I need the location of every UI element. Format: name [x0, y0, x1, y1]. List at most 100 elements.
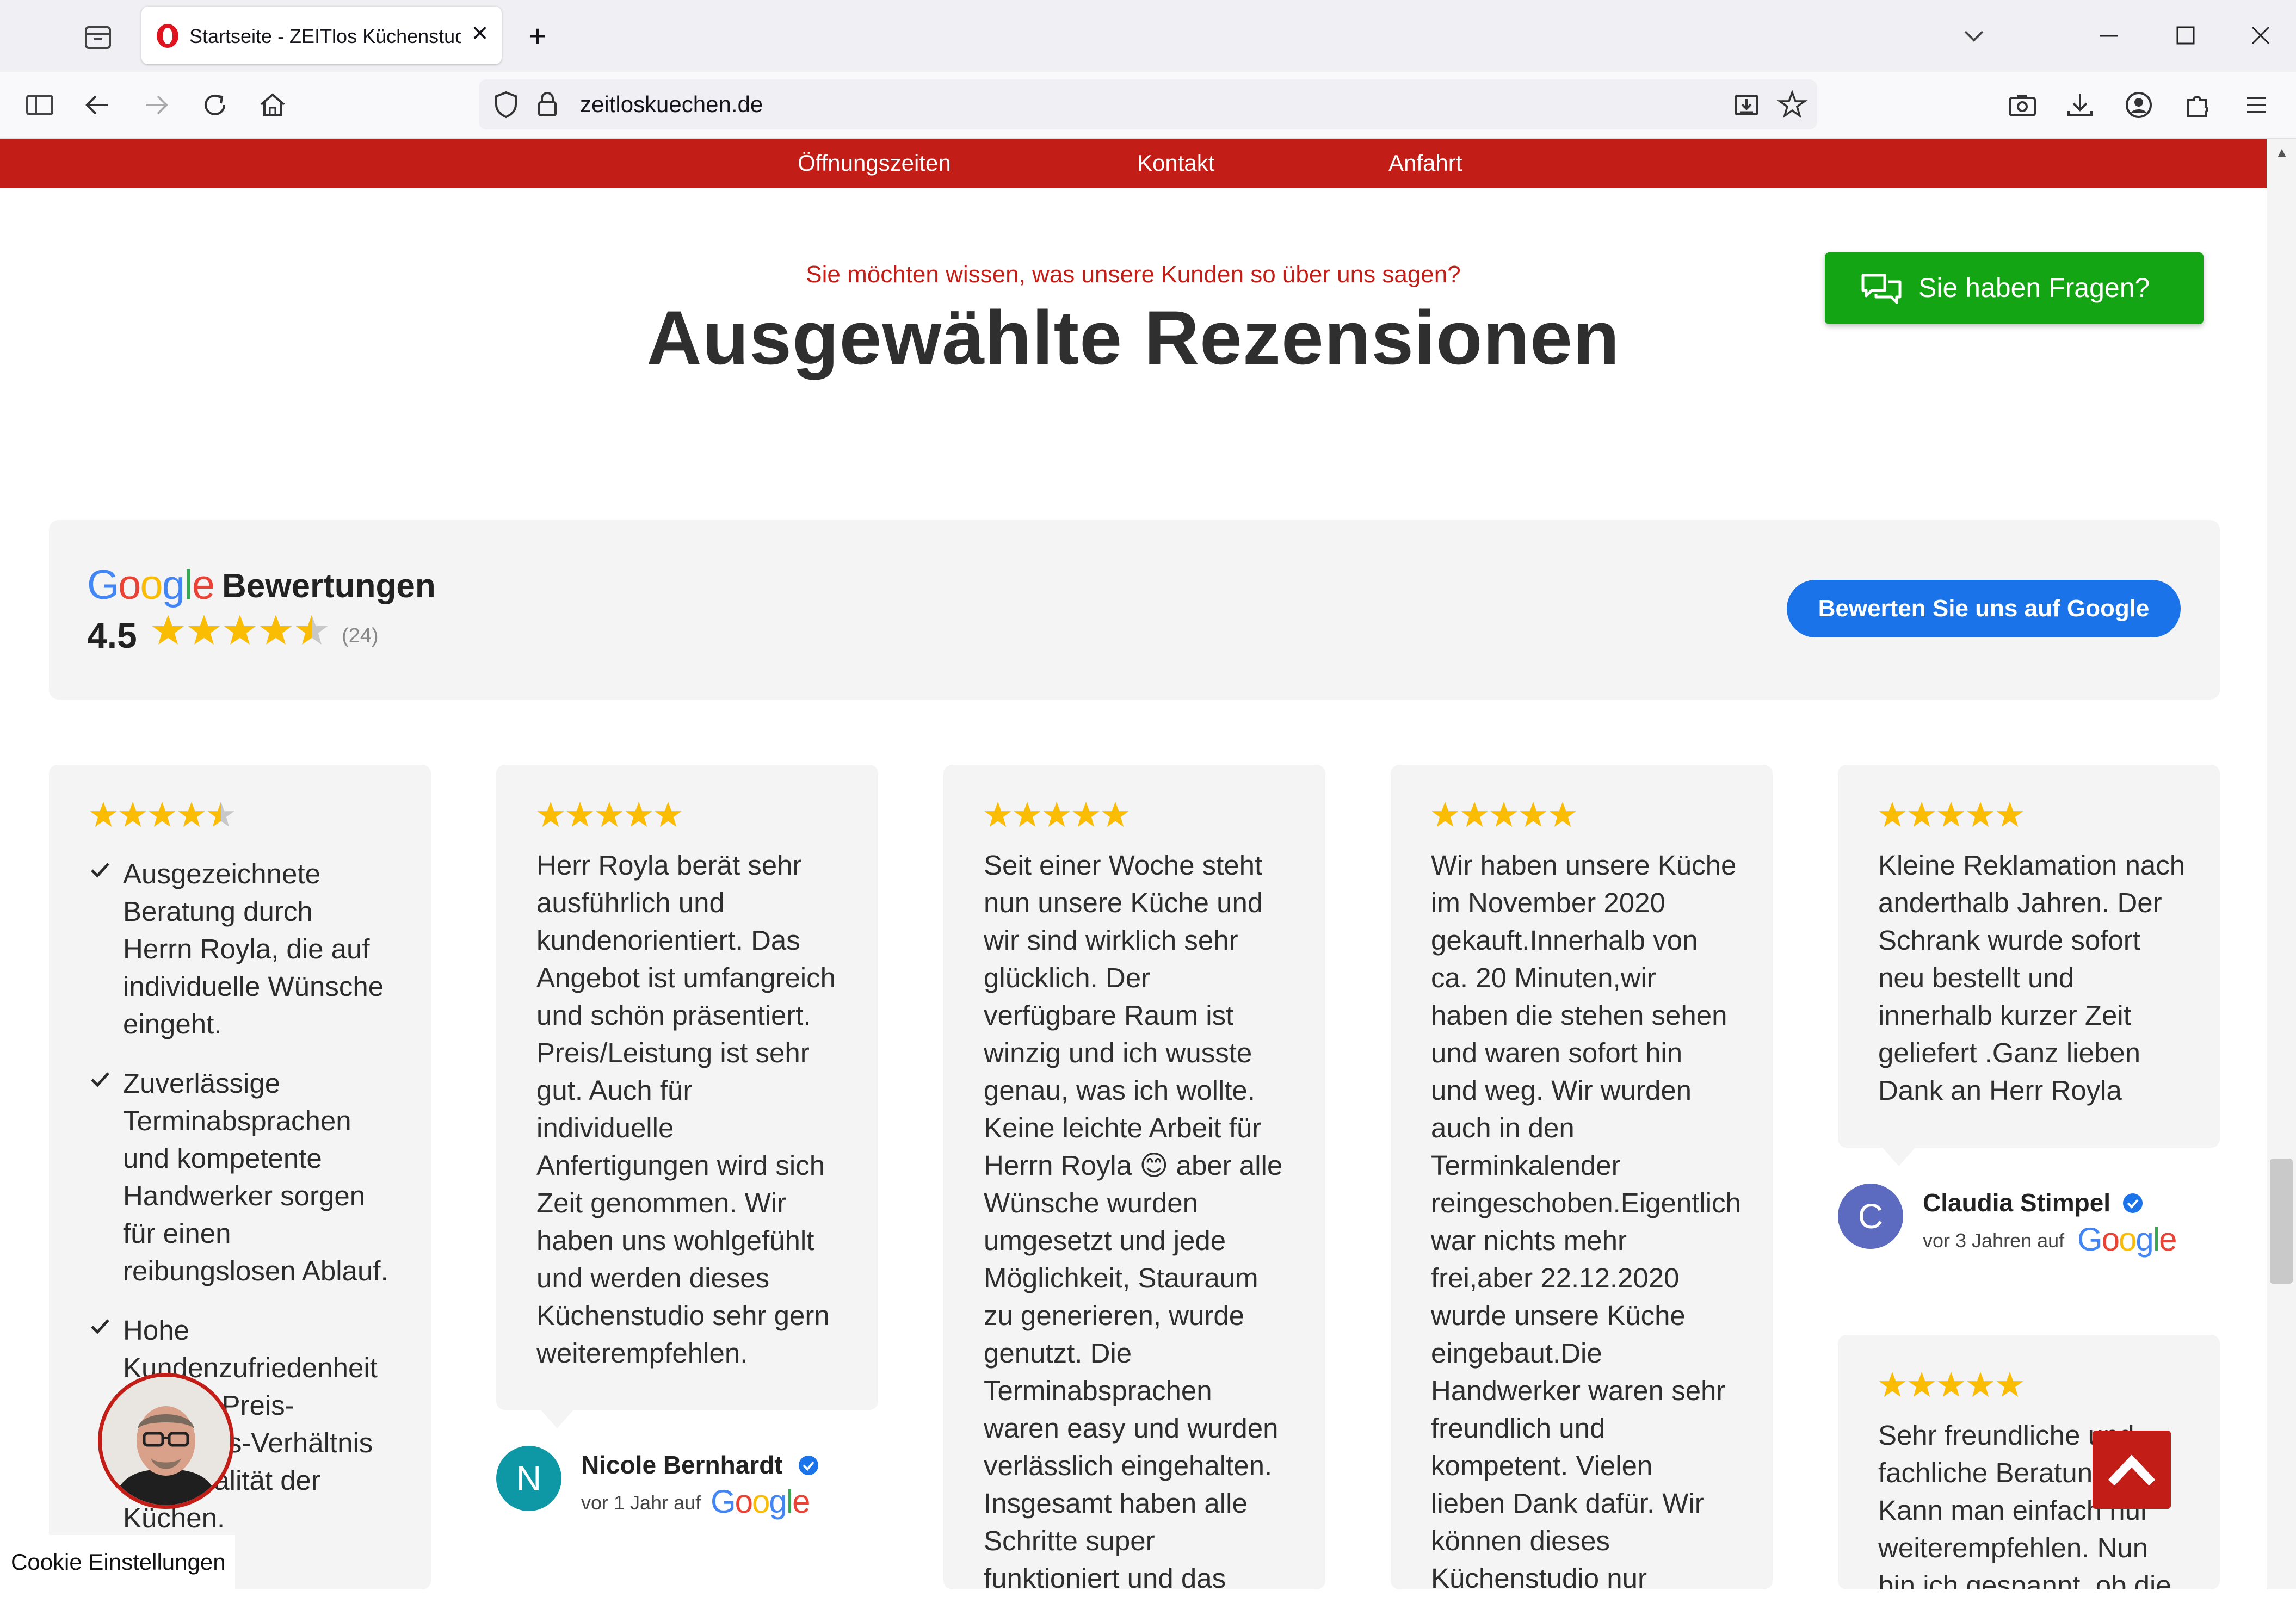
star-icon — [90, 802, 117, 827]
review-card: Wir haben unsere Küche im November 2020 ge… — [1391, 765, 1773, 1589]
review-text-line: kundenorientiert. Das — [536, 925, 800, 956]
star-icon — [1461, 802, 1488, 827]
review-text-line: im November 2020 — [1431, 887, 1665, 918]
review-text-line: eingebaut.Die — [1431, 1338, 1602, 1369]
star-icon — [207, 802, 234, 827]
star-icon — [1879, 802, 1906, 827]
review-text-line: Keine leichte Arbeit für — [984, 1112, 1262, 1143]
lock-icon[interactable] — [531, 88, 564, 121]
average-score: 4.5 — [87, 615, 137, 655]
page-scrollbar[interactable] — [2267, 139, 2296, 1589]
review-text-line: zu generieren, wurde — [984, 1300, 1245, 1331]
review-text-line: haben uns wohlgefühlt — [536, 1225, 814, 1256]
url-bar[interactable]: zeitloskuechen.de — [479, 79, 1817, 129]
review-text-line: können dieses — [1431, 1525, 1610, 1556]
chat-widget-avatar[interactable] — [98, 1373, 234, 1509]
star-icon — [1102, 802, 1129, 827]
tab-overview-icon[interactable] — [82, 22, 114, 52]
maximize-button[interactable] — [2163, 16, 2207, 55]
star-icon — [1967, 802, 1994, 827]
review-count: (24) — [342, 624, 379, 647]
browser-tab-bar: Startseite - ZEITlos Küchenstudio ✕ + — [0, 0, 2296, 72]
check-item-line: für einen — [123, 1218, 231, 1249]
review-stars — [536, 801, 682, 832]
verified-badge-icon — [2121, 1191, 2145, 1215]
star-icon — [224, 615, 256, 645]
shield-icon[interactable] — [490, 88, 522, 121]
review-text-line: gekauft.Innerhalb von — [1431, 925, 1698, 956]
forward-icon[interactable] — [139, 88, 173, 122]
author-name[interactable]: Nicole Bernhardt — [581, 1450, 783, 1480]
tab-list-chevron-icon[interactable] — [1952, 16, 1996, 55]
star-icon — [1520, 802, 1547, 827]
reload-icon[interactable] — [198, 88, 232, 122]
faq-button[interactable]: Sie haben Fragen? — [1825, 252, 2204, 324]
scroll-to-top-button[interactable] — [2093, 1431, 2171, 1509]
check-icon — [89, 1316, 111, 1338]
home-icon[interactable] — [256, 88, 289, 122]
cookie-settings-button[interactable]: Cookie Einstellungen — [0, 1535, 235, 1589]
opera-favicon-icon — [155, 23, 181, 49]
review-text-line: Wünsche wurden — [984, 1187, 1199, 1218]
star-icon — [178, 802, 205, 827]
check-item-line: reibungslosen Ablauf. — [123, 1255, 388, 1286]
check-item-line: individuelle Wünsche — [123, 971, 384, 1002]
average-stars — [151, 614, 329, 650]
screenshot-icon[interactable] — [2005, 88, 2039, 122]
avatar: C — [1838, 1184, 1903, 1249]
review-card: Seit einer Woche steht nun unsere Küche u… — [943, 765, 1325, 1594]
back-icon[interactable] — [81, 88, 114, 122]
rate-on-google-button[interactable]: Bewerten Sie uns auf Google — [1787, 580, 2181, 637]
review-text-line: lieben Dank dafür. Wir — [1431, 1488, 1704, 1519]
review-text-line: haben die stehen sehen — [1431, 1000, 1727, 1031]
chevron-up-icon — [2108, 1454, 2156, 1486]
star-icon — [1490, 802, 1517, 827]
close-tab-button[interactable]: ✕ — [466, 20, 494, 48]
review-text-line: Küchenstudio sehr gern — [536, 1300, 830, 1331]
active-tab[interactable]: Startseite - ZEITlos Küchenstudio ✕ — [141, 7, 502, 64]
menu-icon[interactable] — [2239, 88, 2273, 122]
nav-item-anfahrt[interactable]: Anfahrt — [1388, 150, 1462, 176]
star-icon — [984, 802, 1011, 827]
close-window-button[interactable] — [2238, 16, 2282, 55]
download-icon[interactable] — [2063, 88, 2097, 122]
check-item-line: eingeht. — [123, 1008, 222, 1039]
review-meta: vor 1 Jahr auf — [581, 1491, 701, 1514]
star-rating — [152, 615, 328, 645]
review-text-line: neu bestellt und — [1878, 962, 2075, 993]
scrollbar-thumb[interactable] — [2270, 1159, 2293, 1284]
nav-item-kontakt[interactable]: Kontakt — [1137, 150, 1214, 176]
check-icon — [89, 1069, 111, 1091]
install-icon[interactable] — [1730, 88, 1763, 121]
star-rating — [1879, 802, 2023, 827]
review-text-line: Schrank wurde sofort — [1878, 925, 2140, 956]
google-logo: Google — [87, 562, 215, 608]
review-text-line: Möglichkeit, Stauraum — [984, 1262, 1258, 1293]
check-item-line: Handwerker sorgen — [123, 1180, 366, 1211]
star-icon — [1431, 802, 1459, 827]
extensions-icon[interactable] — [2181, 88, 2214, 122]
review-text-line: Zeit genommen. Wir — [536, 1187, 787, 1218]
scroll-up-icon[interactable]: ▴ — [2272, 143, 2292, 162]
star-rating — [1879, 1372, 2023, 1397]
review-text-line: funktioniert und das — [984, 1563, 1226, 1594]
site-top-nav: Öffnungszeiten Kontakt Anfahrt — [0, 139, 2267, 188]
star-icon — [625, 802, 652, 827]
review-text: Kleine Reklamation nach anderthalb Jahren… — [1878, 846, 2185, 1109]
check-icon — [89, 859, 111, 881]
check-item-line: Hohe — [123, 1315, 189, 1346]
author-name[interactable]: Claudia Stimpel — [1923, 1188, 2110, 1217]
star-icon — [566, 802, 594, 827]
review-text-line: Insgesamt haben alle — [984, 1488, 1248, 1519]
account-icon[interactable] — [2122, 88, 2156, 122]
check-item-line: Beratung durch — [123, 896, 313, 927]
minimize-button[interactable] — [2087, 16, 2131, 55]
new-tab-button[interactable]: + — [521, 21, 554, 53]
nav-item-oeffnungszeiten[interactable]: Öffnungszeiten — [798, 150, 951, 176]
review-text-line: Handwerker waren sehr — [1431, 1375, 1726, 1406]
review-text-line: ausführlich und — [536, 887, 725, 918]
url-text[interactable]: zeitloskuechen.de — [580, 91, 763, 117]
sidebar-icon[interactable] — [23, 88, 57, 122]
review-text-line: waren easy und wurden — [984, 1413, 1279, 1444]
bookmark-star-icon[interactable] — [1776, 88, 1809, 121]
